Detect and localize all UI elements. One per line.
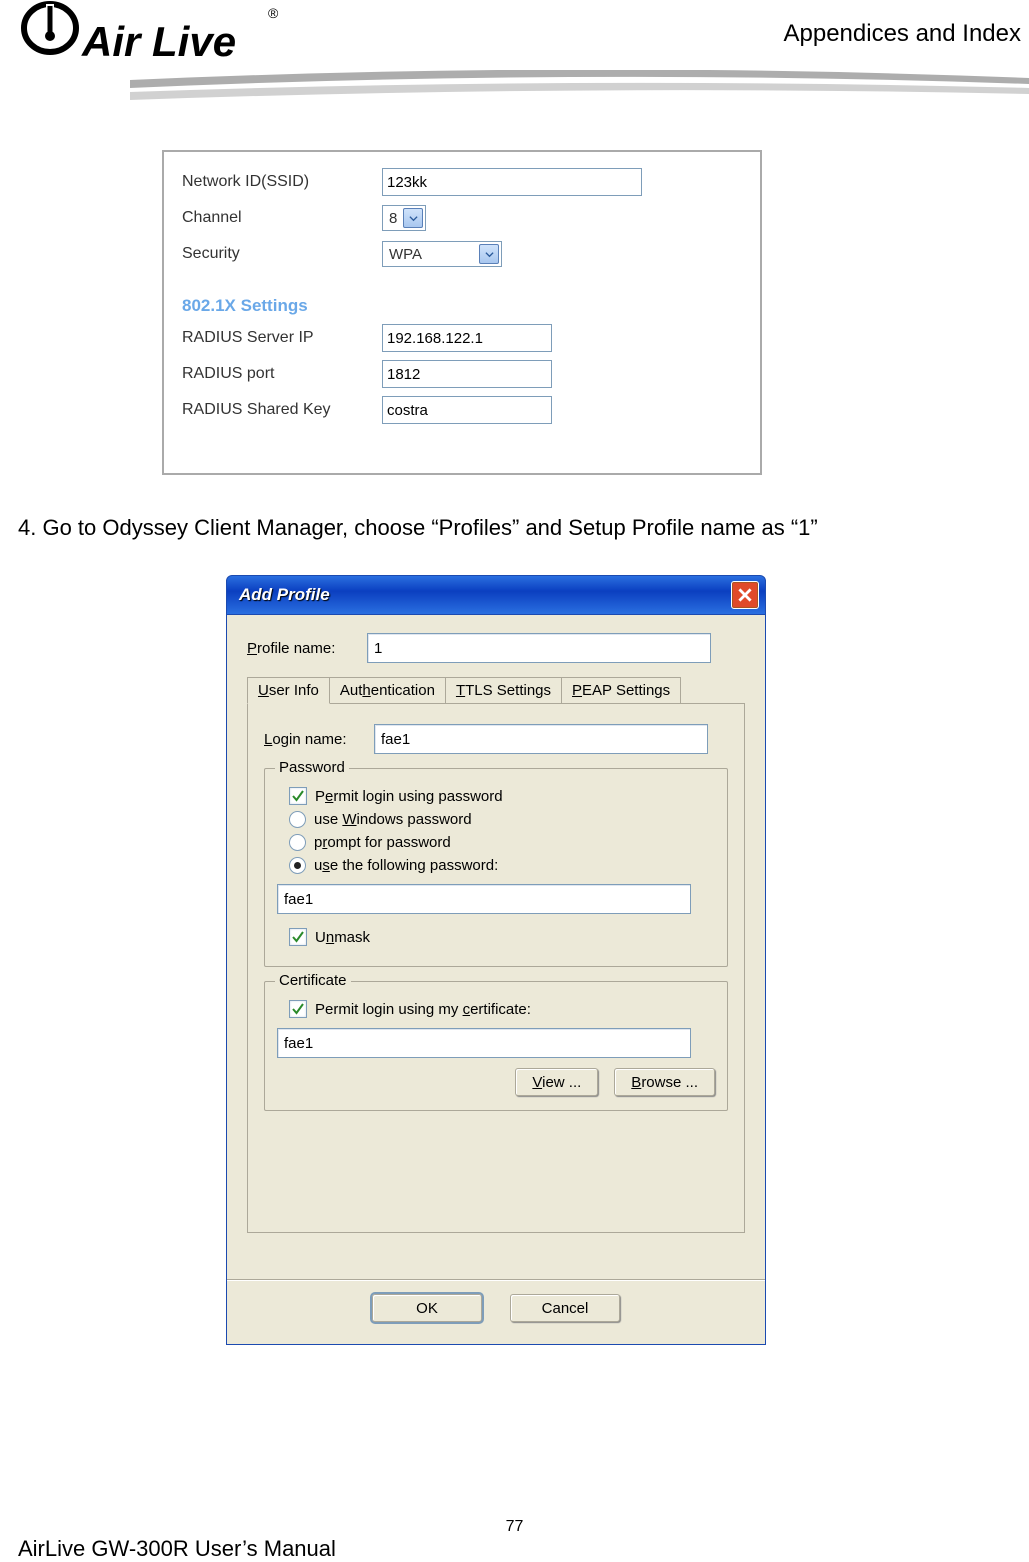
prompt-password-label: prompt for password xyxy=(314,834,451,851)
logo-text: Air Live xyxy=(81,18,236,65)
tab-user-info[interactable]: User Info xyxy=(247,677,330,704)
security-select-value: WPA xyxy=(389,246,422,263)
footer-page-number: 77 xyxy=(506,1518,524,1536)
channel-select-value: 8 xyxy=(389,210,397,227)
header-swoosh-decoration xyxy=(130,70,1029,110)
dialog-separator xyxy=(227,1279,765,1280)
chevron-down-icon xyxy=(479,244,499,264)
unmask-checkbox[interactable] xyxy=(289,928,307,946)
add-profile-dialog: Add Profile Profile name: User Info Auth… xyxy=(226,575,766,1345)
channel-label: Channel xyxy=(182,209,382,227)
prompt-password-radio[interactable] xyxy=(289,834,306,851)
profile-name-label: Profile name: xyxy=(247,640,367,657)
radius-section-heading: 802.1X Settings xyxy=(182,296,742,316)
tab-authentication[interactable]: Authentication xyxy=(329,677,446,703)
login-name-label: Login name: xyxy=(264,731,374,748)
permit-certificate-checkbox[interactable] xyxy=(289,1000,307,1018)
footer-manual-title: AirLive GW-300R User’s Manual xyxy=(18,1536,336,1562)
tm-icon: ® xyxy=(268,5,279,21)
radius-port-input[interactable] xyxy=(382,360,552,388)
close-icon[interactable] xyxy=(731,581,759,609)
use-windows-password-label: use Windows password xyxy=(314,811,472,828)
permit-password-label: Permit login using password xyxy=(315,788,503,805)
certificate-legend: Certificate xyxy=(275,972,351,989)
dialog-titlebar[interactable]: Add Profile xyxy=(226,575,766,615)
cancel-button[interactable]: Cancel xyxy=(510,1294,620,1322)
permit-certificate-label: Permit login using my certificate: xyxy=(315,1001,531,1018)
svg-text:Air Live: Air Live xyxy=(81,18,236,65)
use-windows-password-radio[interactable] xyxy=(289,811,306,828)
view-button[interactable]: View ... xyxy=(515,1068,598,1096)
login-name-input[interactable] xyxy=(374,724,708,754)
certificate-input[interactable] xyxy=(277,1028,691,1058)
chevron-down-icon xyxy=(403,208,423,228)
browse-button[interactable]: Browse ... xyxy=(614,1068,715,1096)
password-input[interactable] xyxy=(277,884,691,914)
tabs-bar: User Info Authentication TTLS Settings P… xyxy=(247,677,745,703)
unmask-label: Unmask xyxy=(315,929,370,946)
password-group: Password Permit login using password use… xyxy=(264,768,728,967)
router-settings-panel: Network ID(SSID) Channel 8 Security WPA … xyxy=(162,150,762,475)
radius-port-label: RADIUS port xyxy=(182,365,382,383)
document-page: Appendices and Index Air Live ® Network … xyxy=(0,0,1029,1556)
instruction-step-4: 4. Go to Odyssey Client Manager, choose … xyxy=(18,515,818,541)
ok-button[interactable]: OK xyxy=(372,1294,482,1322)
ssid-input[interactable] xyxy=(382,168,642,196)
dialog-body: Profile name: User Info Authentication T… xyxy=(226,615,766,1345)
radius-ip-input[interactable] xyxy=(382,324,552,352)
use-following-password-label: use the following password: xyxy=(314,857,498,874)
permit-password-checkbox[interactable] xyxy=(289,787,307,805)
certificate-group: Certificate Permit login using my certif… xyxy=(264,981,728,1111)
ssid-label: Network ID(SSID) xyxy=(182,173,382,191)
tab-panel-user-info: Login name: Password Permit login using … xyxy=(247,703,745,1233)
password-legend: Password xyxy=(275,759,349,776)
channel-select[interactable]: 8 xyxy=(382,205,426,231)
tab-peap[interactable]: PEAP Settings xyxy=(561,677,681,703)
security-select[interactable]: WPA xyxy=(382,241,502,267)
dialog-title: Add Profile xyxy=(233,585,731,605)
profile-name-input[interactable] xyxy=(367,633,711,663)
security-label: Security xyxy=(182,245,382,263)
section-heading-text: Appendices and Index xyxy=(783,20,1021,48)
radius-key-input[interactable] xyxy=(382,396,552,424)
radius-ip-label: RADIUS Server IP xyxy=(182,329,382,347)
use-following-password-radio[interactable] xyxy=(289,857,306,874)
tab-ttls[interactable]: TTLS Settings xyxy=(445,677,562,703)
radius-key-label: RADIUS Shared Key xyxy=(182,401,382,419)
